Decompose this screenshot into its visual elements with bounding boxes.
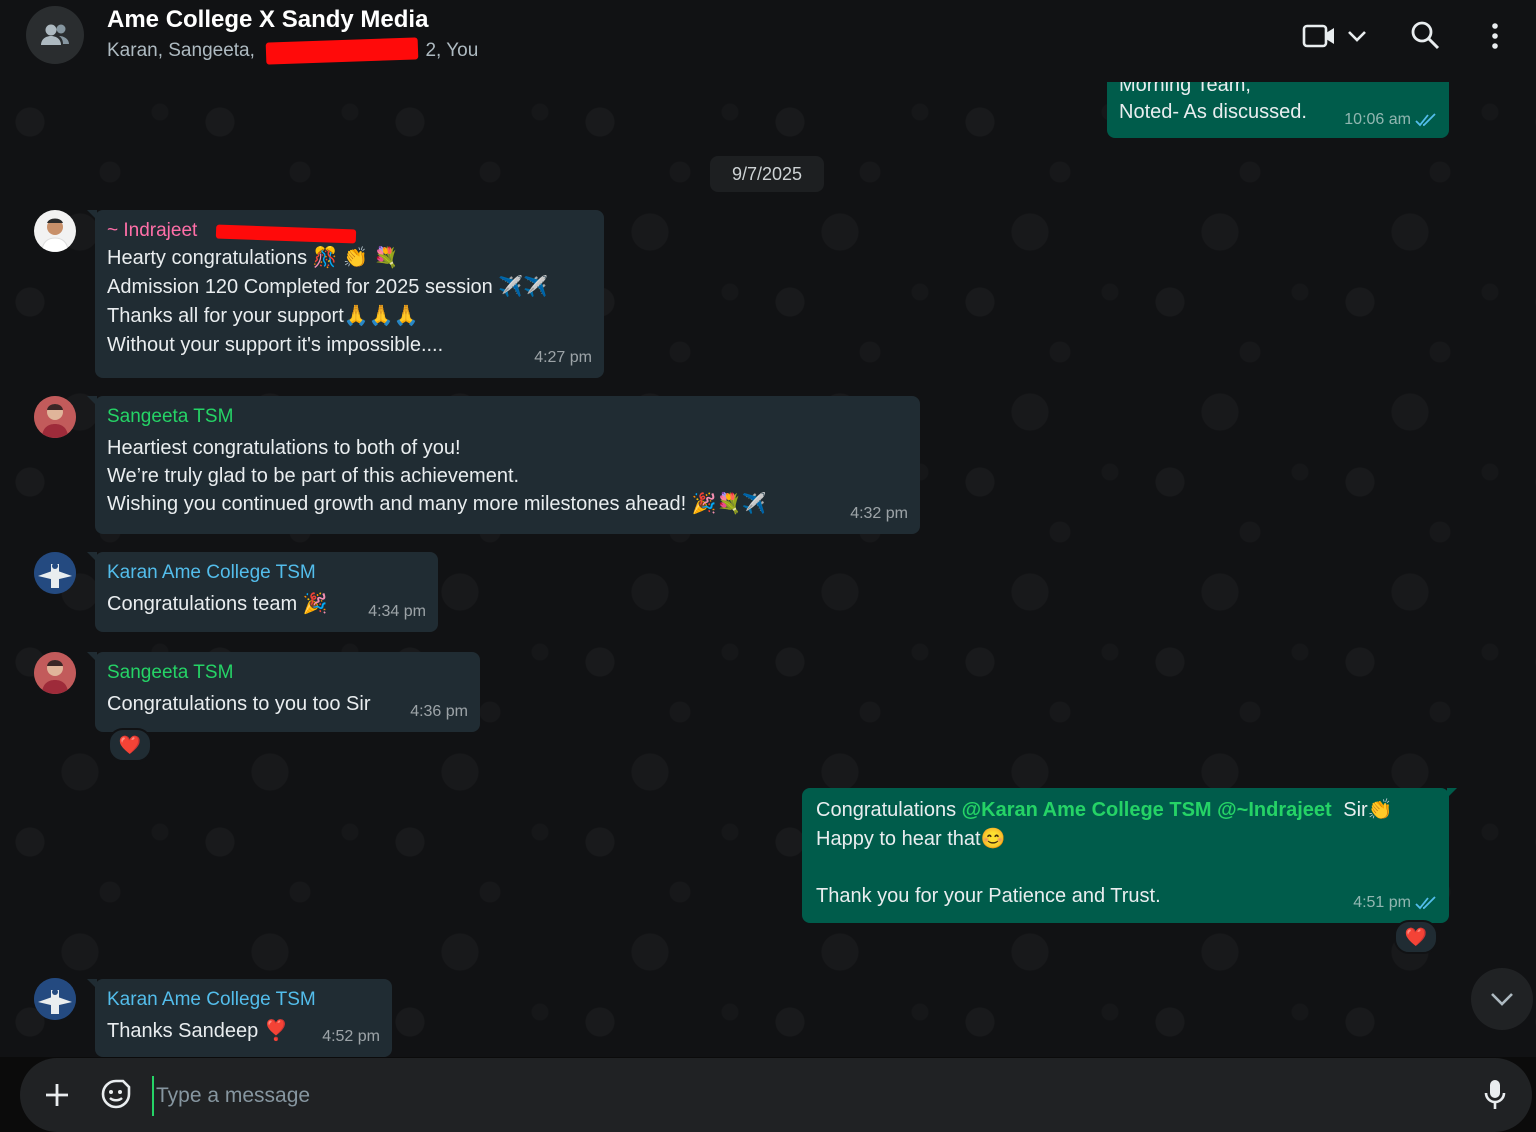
plus-icon <box>46 1084 68 1106</box>
celebration-emoji: 🎊 <box>312 247 338 269</box>
group-title[interactable]: Ame College X Sandy Media <box>107 6 428 34</box>
date-separator: 9/7/2025 <box>710 156 824 192</box>
message-incoming[interactable]: Karan Ame College TSM Congratulations te… <box>87 552 438 632</box>
message-text: Without your support it's impossible.... <box>107 334 444 356</box>
message-meta: 4:51 pm <box>1353 888 1437 917</box>
sender-label: Karan Ame College TSM <box>107 562 316 583</box>
message-line: Congratulations @Karan Ame College TSM @… <box>816 796 1435 825</box>
sender-label: Sangeeta TSM <box>107 406 234 427</box>
message-text: Thank you for your Patience and Trust. <box>816 885 1161 907</box>
chevron-down-icon <box>1348 31 1366 42</box>
message-time: 4:52 pm <box>322 1028 380 1045</box>
message-line: Admission 120 Completed for 2025 session… <box>107 273 592 302</box>
message-incoming[interactable]: Sangeeta TSM Heartiest congratulations t… <box>87 396 920 534</box>
read-ticks-icon <box>1415 895 1436 909</box>
mention-link[interactable]: @Karan Ame College TSM <box>962 799 1212 821</box>
message-time: 4:51 pm <box>1353 894 1411 911</box>
message-incoming[interactable]: Karan Ame College TSM Thanks Sandeep ❣️ … <box>87 979 392 1057</box>
message-text: Congratulations <box>816 799 957 821</box>
sender-name[interactable]: Karan Ame College TSM <box>107 560 426 586</box>
plane-emoji: ✈️ <box>741 493 767 515</box>
scroll-to-bottom-button[interactable] <box>1471 968 1533 1030</box>
menu-icon <box>1492 23 1498 49</box>
clap-emoji: 👏 <box>343 247 369 269</box>
message-line: Happy to hear that😊 <box>816 825 1435 854</box>
sender-label: Sangeeta TSM <box>107 662 234 683</box>
party-emoji: 🎉 <box>302 593 328 615</box>
message-time: 4:27 pm <box>534 349 592 366</box>
message-line: Without your support it's impossible.... <box>107 331 592 360</box>
message-time: 4:34 pm <box>368 603 426 620</box>
sender-label: ~ Indrajeet <box>107 220 198 241</box>
pray-emoji: 🙏 <box>343 305 369 327</box>
search-icon <box>1411 21 1440 50</box>
members-suffix: 2, You <box>425 40 479 61</box>
avatar[interactable] <box>34 396 76 438</box>
avatar[interactable] <box>34 652 76 694</box>
message-reaction[interactable]: ❤️ <box>1394 920 1438 954</box>
header-shadow <box>0 66 1536 82</box>
plane-emoji: ✈️ <box>498 276 524 298</box>
message-text: Hearty congratulations <box>107 247 308 269</box>
avatar[interactable] <box>34 210 76 252</box>
message-text: Thanks all for your support <box>107 305 344 327</box>
message-line: Thanks all for your support🙏🙏🙏 <box>107 302 592 331</box>
sender-name[interactable]: Karan Ame College TSM <box>107 987 380 1013</box>
message-text: Happy to hear that <box>816 828 981 850</box>
message-reaction[interactable]: ❤️ <box>108 728 152 762</box>
mention-link[interactable]: @~Indrajeet <box>1217 799 1332 821</box>
message-outgoing[interactable]: Congratulations @Karan Ame College TSM @… <box>802 788 1457 923</box>
message-meta: 10:06 am <box>1344 105 1437 134</box>
sender-name[interactable]: Sangeeta TSM <box>107 660 468 686</box>
pray-emoji: 🙏 <box>368 305 394 327</box>
sender-name[interactable]: Sangeeta TSM <box>107 404 908 430</box>
read-ticks-icon <box>1415 112 1436 126</box>
members-prefix: Karan, Sangeeta, <box>107 40 255 61</box>
message-text: Congratulations team <box>107 593 298 615</box>
chevron-down-icon <box>1491 993 1513 1006</box>
bouquet-emoji: 💐 <box>373 247 399 269</box>
video-call-dropdown[interactable] <box>1346 28 1368 44</box>
bouquet-emoji: 💐 <box>716 493 742 515</box>
message-line: Hearty congratulations 🎊 👏 💐 <box>107 244 592 273</box>
avatar[interactable] <box>34 552 76 594</box>
voice-message-button[interactable] <box>1482 1078 1508 1117</box>
avatar[interactable] <box>34 978 76 1020</box>
sticker-button[interactable] <box>100 1078 132 1115</box>
message-time: 4:32 pm <box>850 505 908 522</box>
sticker-icon <box>101 1079 131 1109</box>
message-text: Heartiest congratulations to both of you… <box>107 437 461 459</box>
message-time: 4:36 pm <box>410 703 468 720</box>
message-incoming[interactable]: Sangeeta TSM Congratulations to you too … <box>87 652 480 732</box>
smile-emoji: 😊 <box>980 828 1006 850</box>
message-text: Thanks Sandeep <box>107 1020 259 1042</box>
group-avatar-icon[interactable] <box>26 6 84 64</box>
pray-emoji: 🙏 <box>393 305 419 327</box>
message-text: Admission 120 Completed for 2025 session <box>107 276 493 298</box>
video-call-icon <box>1302 24 1334 48</box>
microphone-icon <box>1484 1080 1506 1109</box>
message-text: We’re truly glad to be part of this achi… <box>107 465 520 487</box>
message-line: Wishing you continued growth and many mo… <box>107 490 908 518</box>
sender-label: Karan Ame College TSM <box>107 989 316 1010</box>
plane-emoji: ✈️ <box>523 276 549 298</box>
clap-emoji: 👏 <box>1367 799 1393 821</box>
party-emoji: 🎉 <box>691 493 717 515</box>
message-text: Wishing you continued growth and many mo… <box>107 493 687 515</box>
video-call-button[interactable] <box>1302 22 1336 50</box>
attach-button[interactable] <box>42 1080 72 1115</box>
message-composer <box>20 1058 1532 1132</box>
message-text: Sir <box>1343 799 1368 821</box>
menu-button[interactable] <box>1490 22 1500 50</box>
message-input[interactable] <box>152 1076 1458 1116</box>
message-time: 10:06 am <box>1344 111 1411 128</box>
heart-emoji: ❣️ <box>263 1020 289 1042</box>
search-button[interactable] <box>1410 20 1440 50</box>
